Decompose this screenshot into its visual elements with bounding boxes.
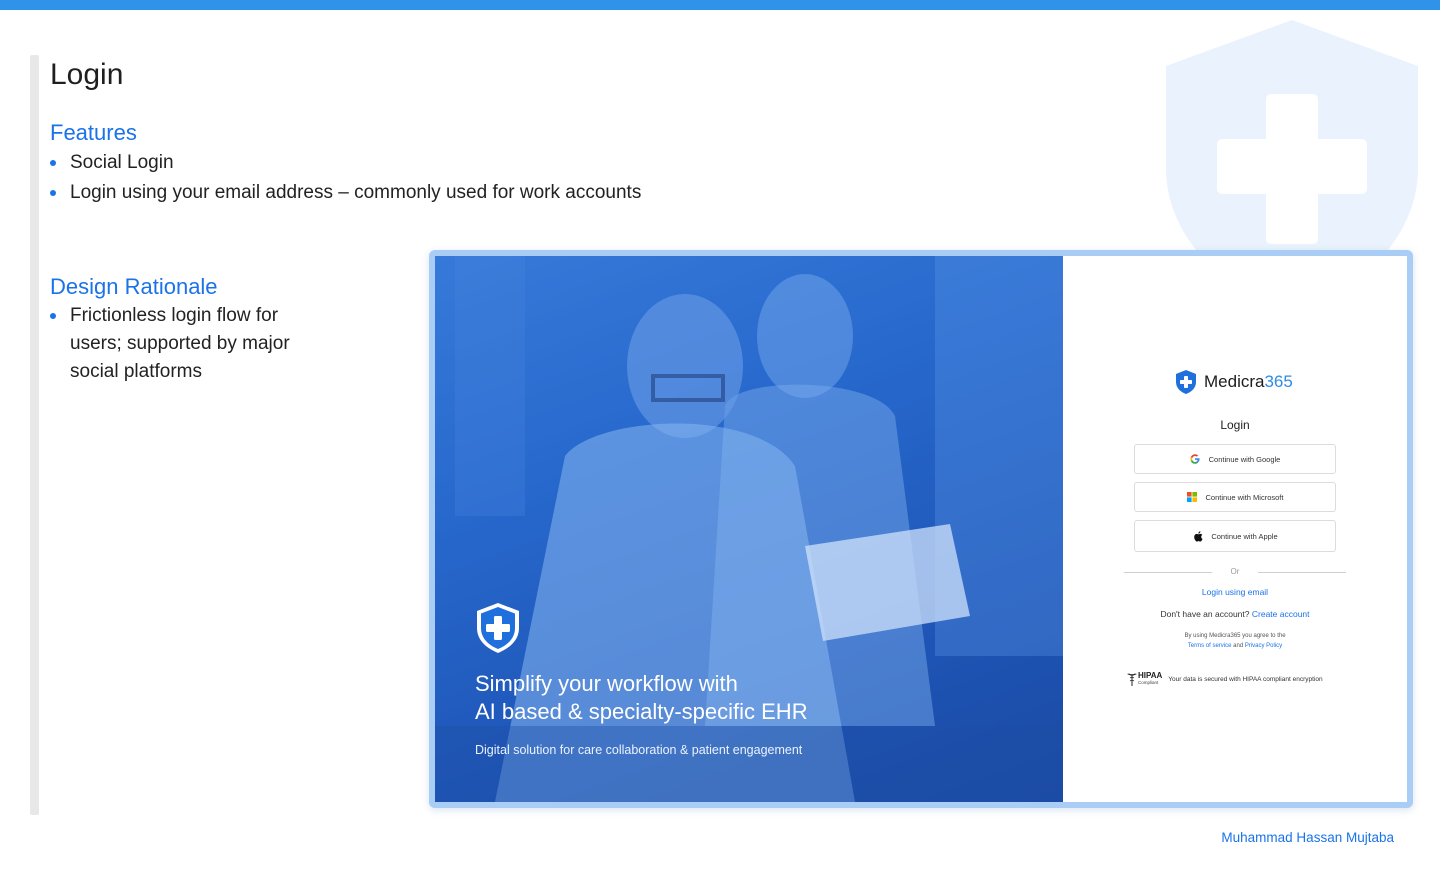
shield-plus-icon <box>477 603 519 653</box>
or-divider: Or <box>1124 566 1346 578</box>
or-label: Or <box>1230 567 1240 576</box>
privacy-policy-link[interactable]: Privacy Policy <box>1245 643 1282 649</box>
continue-with-google-button[interactable]: Continue with Google <box>1134 444 1336 474</box>
brand-shield-icon <box>1176 370 1196 394</box>
hipaa-notice: HIPAA Compliant Your data is secured wit… <box>1126 672 1323 686</box>
left-margin-rule <box>30 55 39 815</box>
hero-headline: Simplify your workflow with AI based & s… <box>475 670 995 726</box>
rationale-heading: Design Rationale <box>50 274 218 299</box>
hipaa-badge: HIPAA Compliant <box>1126 672 1162 686</box>
legal-and: and <box>1233 643 1244 649</box>
terms-of-service-link[interactable]: Terms of service <box>1188 643 1232 649</box>
continue-with-apple-button[interactable]: Continue with Apple <box>1134 520 1336 552</box>
apple-icon <box>1192 530 1203 542</box>
signup-row: Don't have an account? Create account <box>1063 609 1407 619</box>
hipaa-badge-text: HIPAA <box>1138 671 1163 680</box>
google-icon <box>1190 454 1201 465</box>
rationale-item: Frictionless login flow for users; suppo… <box>50 302 330 386</box>
caduceus-icon <box>1127 673 1137 686</box>
hipaa-word: HIPAA Compliant <box>1138 672 1162 686</box>
google-button-label: Continue with Google <box>1208 454 1281 464</box>
feature-item: Social Login <box>50 148 641 178</box>
signup-prompt: Don't have an account? <box>1160 609 1250 619</box>
login-panel: Medicra 365 Login Continue with Google C… <box>1063 256 1407 802</box>
legal-links: Terms of service and Privacy Policy <box>1063 641 1407 651</box>
login-using-email-link[interactable]: Login using email <box>1063 587 1407 597</box>
microsoft-icon <box>1187 492 1198 503</box>
hero-subtext: Digital solution for care collaboration … <box>475 743 803 757</box>
hero-panel: Simplify your workflow with AI based & s… <box>435 256 1063 802</box>
brand-number: 365 <box>1264 372 1293 391</box>
features-heading: Features <box>50 120 137 145</box>
continue-with-microsoft-button[interactable]: Continue with Microsoft <box>1134 482 1336 512</box>
top-accent-bar <box>0 0 1440 10</box>
author-credit: Muhammad Hassan Mujtaba <box>1221 830 1394 845</box>
login-screen-mockup: Simplify your workflow with AI based & s… <box>429 250 1413 808</box>
brand-logo: Medicra 365 <box>1175 368 1293 396</box>
legal-notice: By using Medicra365 you agree to the Ter… <box>1063 631 1407 651</box>
legal-prefix: By using Medicra365 you agree to the <box>1184 633 1286 639</box>
apple-button-label: Continue with Apple <box>1211 531 1278 541</box>
features-list: Social Login Login using your email addr… <box>50 148 641 208</box>
brand-name: Medicra <box>1204 372 1265 391</box>
create-account-link[interactable]: Create account <box>1252 609 1310 619</box>
hero-headline-line1: Simplify your workflow with <box>475 671 738 696</box>
feature-item: Login using your email address – commonl… <box>50 178 641 208</box>
hero-headline-line2: AI based & specialty-specific EHR <box>475 699 808 724</box>
microsoft-button-label: Continue with Microsoft <box>1205 492 1284 502</box>
login-heading: Login <box>1220 418 1250 432</box>
hipaa-badge-small: Compliant <box>1138 680 1159 685</box>
rationale-list: Frictionless login flow for users; suppo… <box>50 302 330 386</box>
page-title: Login <box>50 58 124 91</box>
hipaa-text: Your data is secured with HIPAA complian… <box>1168 675 1323 683</box>
